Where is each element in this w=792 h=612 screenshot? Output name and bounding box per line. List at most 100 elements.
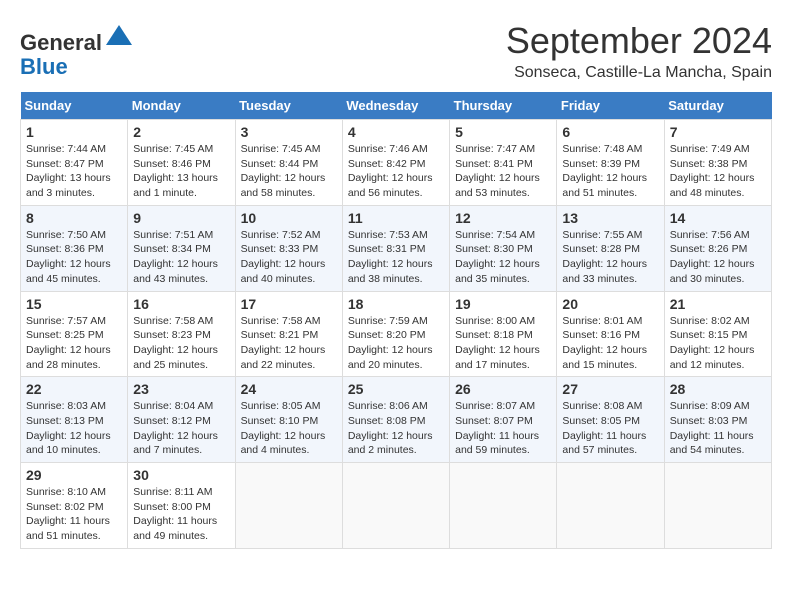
cell-info-line: Sunrise: 7:45 AM — [133, 142, 229, 157]
day-number: 12 — [455, 210, 551, 226]
cell-info-line: Daylight: 12 hours and 7 minutes. — [133, 429, 229, 458]
day-number: 9 — [133, 210, 229, 226]
cell-info-line: Sunrise: 7:58 AM — [133, 314, 229, 329]
day-number: 14 — [670, 210, 766, 226]
cell-info-line: Daylight: 12 hours and 43 minutes. — [133, 257, 229, 286]
cell-info-line: Sunset: 8:42 PM — [348, 157, 444, 172]
calendar-cell: 9Sunrise: 7:51 AMSunset: 8:34 PMDaylight… — [128, 205, 235, 291]
calendar-header-wednesday: Wednesday — [342, 92, 449, 120]
cell-info-line: Daylight: 12 hours and 28 minutes. — [26, 343, 122, 372]
cell-info-line: Daylight: 12 hours and 58 minutes. — [241, 171, 337, 200]
cell-info-line: Sunset: 8:10 PM — [241, 414, 337, 429]
title-section: September 2024 Sonseca, Castille-La Manc… — [506, 20, 772, 82]
day-number: 21 — [670, 296, 766, 312]
day-number: 4 — [348, 124, 444, 140]
cell-info-line: Daylight: 11 hours and 59 minutes. — [455, 429, 551, 458]
calendar-cell: 5 Sunrise: 7:47 AMSunset: 8:41 PMDaylight… — [450, 120, 557, 206]
calendar-cell: 24Sunrise: 8:05 AMSunset: 8:10 PMDayligh… — [235, 377, 342, 463]
logo-general: General — [20, 30, 102, 55]
day-number: 20 — [562, 296, 658, 312]
cell-info-line: Sunrise: 7:44 AM — [26, 142, 122, 157]
day-number: 23 — [133, 381, 229, 397]
calendar-header-friday: Friday — [557, 92, 664, 120]
cell-info-line: Sunrise: 8:05 AM — [241, 399, 337, 414]
cell-info-line: Sunset: 8:30 PM — [455, 242, 551, 257]
cell-info-line: Daylight: 11 hours and 54 minutes. — [670, 429, 766, 458]
cell-info-line: Sunrise: 7:54 AM — [455, 228, 551, 243]
cell-info-line: Sunset: 8:00 PM — [133, 500, 229, 515]
logo-text: General — [20, 20, 134, 55]
logo-blue-text: Blue — [20, 55, 134, 79]
calendar-header-tuesday: Tuesday — [235, 92, 342, 120]
calendar-cell: 10Sunrise: 7:52 AMSunset: 8:33 PMDayligh… — [235, 205, 342, 291]
day-number: 8 — [26, 210, 122, 226]
cell-info-line: Sunset: 8:41 PM — [455, 157, 551, 172]
logo-blue-label: Blue — [20, 54, 68, 79]
cell-info-line: Sunset: 8:08 PM — [348, 414, 444, 429]
cell-info-line: Sunrise: 7:47 AM — [455, 142, 551, 157]
cell-info-line: Sunset: 8:26 PM — [670, 242, 766, 257]
cell-info-line: Daylight: 12 hours and 35 minutes. — [455, 257, 551, 286]
day-number: 29 — [26, 467, 122, 483]
calendar-table: SundayMondayTuesdayWednesdayThursdayFrid… — [20, 92, 772, 549]
cell-info-line: Sunrise: 8:01 AM — [562, 314, 658, 329]
cell-info-line: Sunset: 8:02 PM — [26, 500, 122, 515]
cell-info-line: Daylight: 12 hours and 2 minutes. — [348, 429, 444, 458]
calendar-week-row: 29Sunrise: 8:10 AMSunset: 8:02 PMDayligh… — [21, 463, 772, 549]
calendar-cell: 15Sunrise: 7:57 AMSunset: 8:25 PMDayligh… — [21, 291, 128, 377]
calendar-cell: 14 Sunrise: 7:56 AMSunset: 8:26 PMDayligh… — [664, 205, 771, 291]
cell-info-line: Daylight: 12 hours and 22 minutes. — [241, 343, 337, 372]
cell-info-line: Daylight: 12 hours and 38 minutes. — [348, 257, 444, 286]
cell-info-line: Sunset: 8:44 PM — [241, 157, 337, 172]
cell-info-line: Sunset: 8:12 PM — [133, 414, 229, 429]
day-number: 7 — [670, 124, 766, 140]
location-subtitle: Sonseca, Castille-La Mancha, Spain — [506, 64, 772, 82]
cell-info-line: Sunrise: 8:00 AM — [455, 314, 551, 329]
cell-info-line: Sunset: 8:16 PM — [562, 328, 658, 343]
calendar-cell — [342, 463, 449, 549]
cell-info-line: Daylight: 12 hours and 48 minutes. — [670, 171, 766, 200]
day-number: 3 — [241, 124, 337, 140]
cell-info-line: Sunset: 8:13 PM — [26, 414, 122, 429]
cell-info-line: Sunrise: 8:02 AM — [670, 314, 766, 329]
cell-info-line: Sunrise: 7:50 AM — [26, 228, 122, 243]
cell-info-line: Sunset: 8:07 PM — [455, 414, 551, 429]
day-number: 18 — [348, 296, 444, 312]
cell-info-line: Sunset: 8:28 PM — [562, 242, 658, 257]
calendar-cell: 21Sunrise: 8:02 AMSunset: 8:15 PMDayligh… — [664, 291, 771, 377]
calendar-week-row: 8Sunrise: 7:50 AMSunset: 8:36 PMDaylight… — [21, 205, 772, 291]
cell-info-line: Sunset: 8:05 PM — [562, 414, 658, 429]
day-number: 11 — [348, 210, 444, 226]
calendar-header-row: SundayMondayTuesdayWednesdayThursdayFrid… — [21, 92, 772, 120]
day-number: 24 — [241, 381, 337, 397]
cell-info-line: Daylight: 12 hours and 25 minutes. — [133, 343, 229, 372]
calendar-cell: 4Sunrise: 7:46 AMSunset: 8:42 PMDaylight… — [342, 120, 449, 206]
calendar-cell: 11Sunrise: 7:53 AMSunset: 8:31 PMDayligh… — [342, 205, 449, 291]
day-number: 30 — [133, 467, 229, 483]
cell-info-line: Daylight: 12 hours and 53 minutes. — [455, 171, 551, 200]
cell-info-line: Sunset: 8:20 PM — [348, 328, 444, 343]
cell-info-line: Daylight: 11 hours and 49 minutes. — [133, 514, 229, 543]
day-number: 10 — [241, 210, 337, 226]
cell-info-line: Sunset: 8:31 PM — [348, 242, 444, 257]
cell-info-line: Sunset: 8:46 PM — [133, 157, 229, 172]
cell-info-line: Sunrise: 8:06 AM — [348, 399, 444, 414]
cell-info-line: Sunrise: 7:52 AM — [241, 228, 337, 243]
calendar-cell: 30Sunrise: 8:11 AMSunset: 8:00 PMDayligh… — [128, 463, 235, 549]
calendar-header-saturday: Saturday — [664, 92, 771, 120]
day-number: 5 — [455, 124, 551, 140]
calendar-cell — [664, 463, 771, 549]
cell-info-line: Sunrise: 7:49 AM — [670, 142, 766, 157]
calendar-cell — [235, 463, 342, 549]
cell-info-line: Sunset: 8:18 PM — [455, 328, 551, 343]
cell-info-line: Sunrise: 7:56 AM — [670, 228, 766, 243]
cell-info-line: Daylight: 13 hours and 3 minutes. — [26, 171, 122, 200]
calendar-cell: 27Sunrise: 8:08 AMSunset: 8:05 PMDayligh… — [557, 377, 664, 463]
cell-info-line: Daylight: 12 hours and 30 minutes. — [670, 257, 766, 286]
cell-info-line: Sunrise: 8:08 AM — [562, 399, 658, 414]
calendar-week-row: 15Sunrise: 7:57 AMSunset: 8:25 PMDayligh… — [21, 291, 772, 377]
calendar-cell: 20Sunrise: 8:01 AMSunset: 8:16 PMDayligh… — [557, 291, 664, 377]
cell-info-line: Sunrise: 7:57 AM — [26, 314, 122, 329]
calendar-cell: 12 Sunrise: 7:54 AMSunset: 8:30 PMDayligh… — [450, 205, 557, 291]
day-number: 19 — [455, 296, 551, 312]
